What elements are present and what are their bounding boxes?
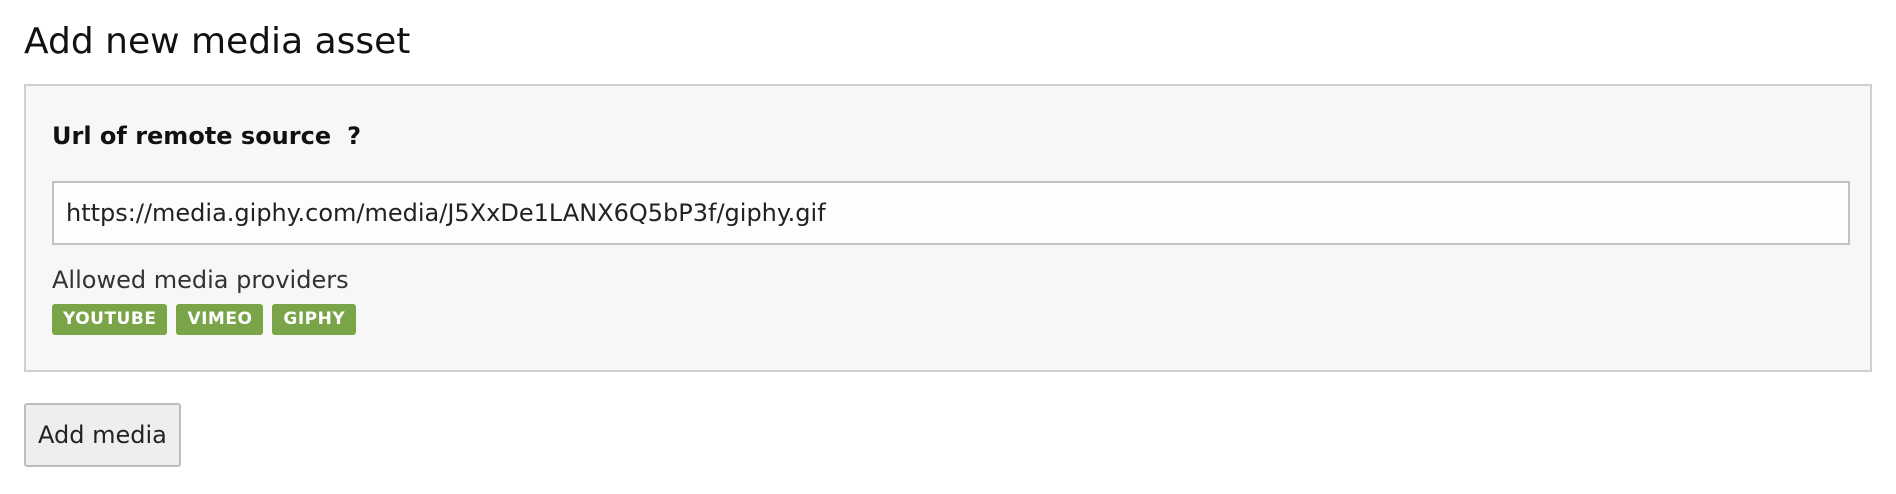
page-title: Add new media asset [24, 21, 411, 62]
remote-url-input[interactable] [52, 181, 1850, 245]
media-url-panel: Url of remote source ? Allowed media pro… [24, 84, 1872, 372]
allowed-providers-label: Allowed media providers [52, 266, 349, 294]
url-label-text: Url of remote source [52, 122, 332, 150]
provider-badges: YOUTUBE VIMEO GIPHY [52, 304, 357, 335]
provider-badge-giphy: GIPHY [272, 304, 357, 335]
provider-badge-vimeo: VIMEO [176, 304, 264, 335]
provider-badge-youtube: YOUTUBE [52, 304, 168, 335]
url-field-label: Url of remote source ? [52, 120, 361, 152]
help-icon[interactable]: ? [347, 120, 361, 152]
add-media-button[interactable]: Add media [24, 403, 181, 467]
